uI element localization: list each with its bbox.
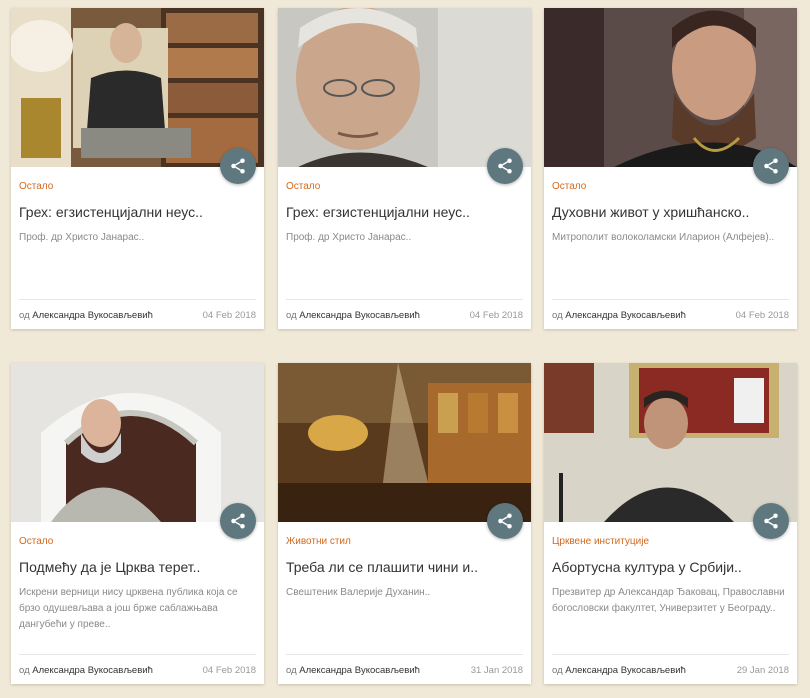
share-button[interactable] — [487, 503, 523, 539]
share-icon — [764, 513, 778, 529]
article-card[interactable]: Остало Грех: егзистенцијални неус.. Проф… — [11, 8, 264, 329]
byline: од Александра Вукосављевић — [286, 310, 420, 321]
article-grid: Остало Грех: егзистенцијални неус.. Проф… — [0, 0, 810, 698]
author-link[interactable]: Александра Вукосављевић — [32, 665, 153, 676]
category-link[interactable]: Црквене институције — [552, 536, 649, 547]
article-date: 04 Feb 2018 — [469, 310, 523, 321]
share-button[interactable] — [220, 503, 256, 539]
share-icon — [498, 158, 512, 174]
article-date: 04 Feb 2018 — [735, 310, 789, 321]
article-title[interactable]: Грех: егзистенцијални неус.. — [286, 204, 523, 220]
article-footer: од Александра Вукосављевић 31 Jan 2018 — [286, 654, 523, 678]
share-icon — [498, 513, 512, 529]
share-icon — [231, 158, 245, 174]
article-image[interactable] — [278, 8, 531, 167]
article-card[interactable]: Остало Подмећу да је Црква терет.. Искре… — [11, 363, 264, 684]
share-button[interactable] — [487, 148, 523, 184]
article-title[interactable]: Подмећу да је Црква терет.. — [19, 559, 256, 575]
article-card[interactable]: Црквене институције Абортусна култура у … — [544, 363, 797, 684]
author-link[interactable]: Александра Вукосављевић — [32, 310, 153, 321]
article-footer: од Александра Вукосављевић 04 Feb 2018 — [286, 299, 523, 323]
share-icon — [231, 513, 245, 529]
article-date: 04 Feb 2018 — [202, 665, 256, 676]
author-link[interactable]: Александра Вукосављевић — [565, 310, 686, 321]
article-title[interactable]: Абортусна култура у Србији.. — [552, 559, 789, 575]
byline: од Александра Вукосављевић — [19, 665, 153, 676]
category-link[interactable]: Остало — [19, 181, 53, 192]
byline-prefix: од — [19, 310, 30, 321]
author-link[interactable]: Александра Вукосављевић — [565, 665, 686, 676]
category-link[interactable]: Остало — [19, 536, 53, 547]
byline-prefix: од — [286, 310, 297, 321]
byline-prefix: од — [286, 665, 297, 676]
article-image[interactable] — [11, 8, 264, 167]
article-excerpt: Искрени верници нису црквена публика кој… — [19, 587, 238, 630]
article-card[interactable]: Остало Духовни живот у хришћанско.. Митр… — [544, 8, 797, 329]
category-link[interactable]: Остало — [552, 181, 586, 192]
article-excerpt: Презвитер др Александар Ђаковац, Правосл… — [552, 587, 785, 614]
article-footer: од Александра Вукосављевић 29 Jan 2018 — [552, 654, 789, 678]
article-date: 31 Jan 2018 — [470, 665, 523, 676]
article-image[interactable] — [544, 363, 797, 522]
article-excerpt: Митрополит волоколамски Иларион (Алфејев… — [552, 232, 775, 243]
article-title[interactable]: Грех: егзистенцијални неус.. — [19, 204, 256, 220]
article-image[interactable] — [278, 363, 531, 522]
byline-prefix: од — [552, 665, 563, 676]
article-date: 04 Feb 2018 — [202, 310, 256, 321]
share-button[interactable] — [753, 148, 789, 184]
article-title[interactable]: Треба ли се плашити чини и.. — [286, 559, 523, 575]
article-footer: од Александра Вукосављевић 04 Feb 2018 — [19, 654, 256, 678]
article-footer: од Александра Вукосављевић 04 Feb 2018 — [552, 299, 789, 323]
article-image[interactable] — [544, 8, 797, 167]
article-date: 29 Jan 2018 — [736, 665, 789, 676]
byline: од Александра Вукосављевић — [286, 665, 420, 676]
share-icon — [764, 158, 778, 174]
category-link[interactable]: Животни стил — [286, 536, 351, 547]
article-excerpt: Свештеник Валерије Духанин.. — [286, 587, 431, 598]
share-button[interactable] — [753, 503, 789, 539]
byline: од Александра Вукосављевић — [552, 310, 686, 321]
article-excerpt: Проф. др Христо Јанарас.. — [286, 232, 412, 243]
article-excerpt: Проф. др Христо Јанарас.. — [19, 232, 145, 243]
share-button[interactable] — [220, 148, 256, 184]
author-link[interactable]: Александра Вукосављевић — [299, 665, 420, 676]
article-image[interactable] — [11, 363, 264, 522]
article-title[interactable]: Духовни живот у хришћанско.. — [552, 204, 789, 220]
article-footer: од Александра Вукосављевић 04 Feb 2018 — [19, 299, 256, 323]
article-card[interactable]: Остало Грех: егзистенцијални неус.. Проф… — [278, 8, 531, 329]
byline-prefix: од — [19, 665, 30, 676]
byline: од Александра Вукосављевић — [19, 310, 153, 321]
article-card[interactable]: Животни стил Треба ли се плашити чини и.… — [278, 363, 531, 684]
byline: од Александра Вукосављевић — [552, 665, 686, 676]
byline-prefix: од — [552, 310, 563, 321]
author-link[interactable]: Александра Вукосављевић — [299, 310, 420, 321]
category-link[interactable]: Остало — [286, 181, 320, 192]
